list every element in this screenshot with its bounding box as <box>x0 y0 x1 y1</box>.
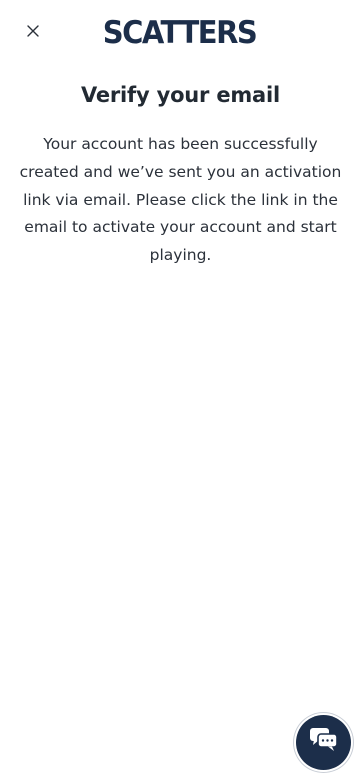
verification-message: Your account has been successfully creat… <box>19 135 342 265</box>
close-button[interactable] <box>20 20 46 46</box>
page-title: Verify your email <box>80 83 281 107</box>
logo-text: SCATTERS <box>102 13 258 51</box>
close-icon <box>27 24 39 42</box>
chat-bubbles-icon <box>309 727 339 758</box>
live-chat-button[interactable] <box>296 715 351 770</box>
scatters-logo[interactable]: SCATTERS <box>103 15 258 50</box>
header: SCATTERS <box>0 0 361 66</box>
